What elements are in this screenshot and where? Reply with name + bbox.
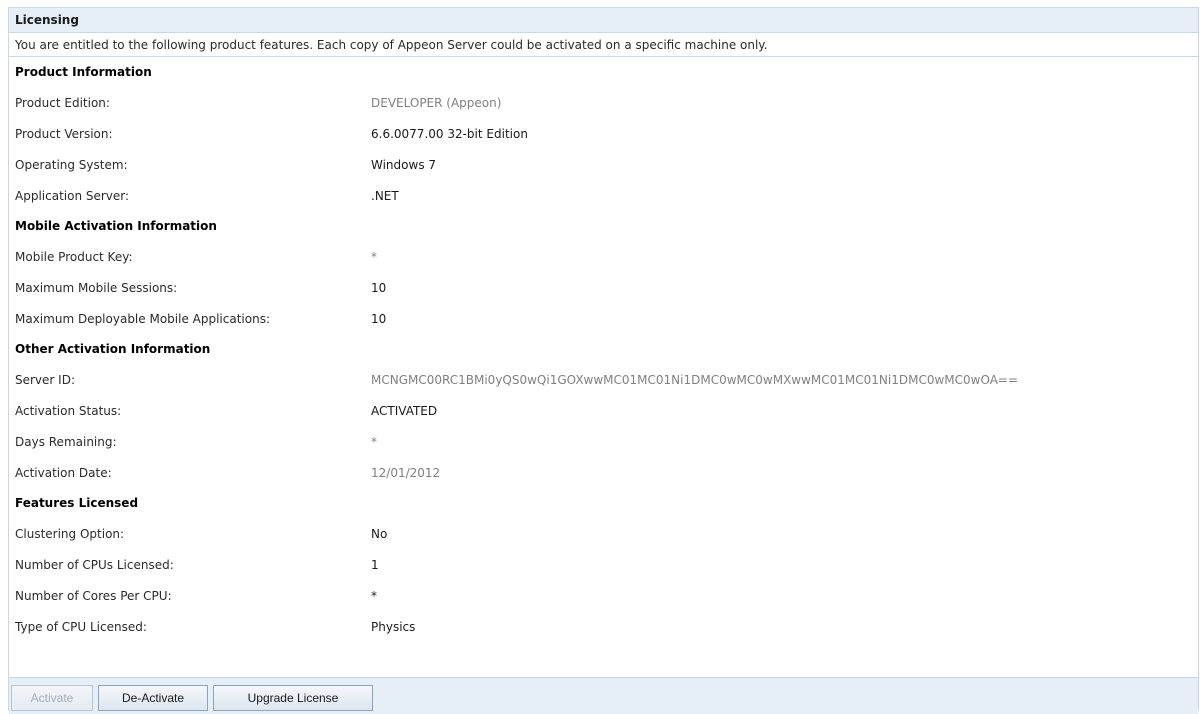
info-row-application-server: Application Server: .NET xyxy=(9,180,1198,211)
entitlement-description: You are entitled to the following produc… xyxy=(9,33,1198,57)
section-heading-features-licensed: Features Licensed xyxy=(15,496,139,510)
field-label: Days Remaining: xyxy=(15,434,117,449)
field-value: * xyxy=(371,434,377,449)
field-label: Clustering Option: xyxy=(15,526,125,541)
field-label: Number of CPUs Licensed: xyxy=(15,557,174,572)
section-heading-other-activation: Other Activation Information xyxy=(15,342,211,356)
field-value: ACTIVATED xyxy=(371,403,438,418)
field-value: 1 xyxy=(371,557,379,572)
field-value: 10 xyxy=(371,311,387,326)
info-row-clustering-option: Clustering Option: No xyxy=(9,518,1198,549)
field-label: Number of Cores Per CPU: xyxy=(15,588,172,603)
field-label: Operating System: xyxy=(15,157,128,172)
field-label: Product Edition: xyxy=(15,95,110,110)
licensing-panel: Licensing You are entitled to the follow… xyxy=(8,7,1199,714)
panel-title: Licensing xyxy=(9,8,1198,33)
info-row-activation-date: Activation Date: 12/01/2012 xyxy=(9,457,1198,488)
field-value: .NET xyxy=(371,188,399,203)
field-label: Type of CPU Licensed: xyxy=(15,619,147,634)
field-label: Activation Status: xyxy=(15,403,122,418)
info-row-product-edition: Product Edition: DEVELOPER (Appeon) xyxy=(9,87,1198,118)
field-value: No xyxy=(371,526,388,541)
field-value: Windows 7 xyxy=(371,157,437,172)
field-label: Product Version: xyxy=(15,126,113,141)
field-value: MCNGMC00RC1BMi0yQS0wQi1GOXwwMC01MC01Ni1D… xyxy=(371,372,1019,387)
info-row-days-remaining: Days Remaining: * xyxy=(9,426,1198,457)
field-value: Physics xyxy=(371,619,416,634)
info-row-max-mobile-sessions: Maximum Mobile Sessions: 10 xyxy=(9,272,1198,303)
info-row-activation-status: Activation Status: ACTIVATED xyxy=(9,395,1198,426)
info-row-cores-per-cpu: Number of Cores Per CPU: * xyxy=(9,580,1198,611)
field-label: Activation Date: xyxy=(15,465,112,480)
field-label: Maximum Mobile Sessions: xyxy=(15,280,178,295)
info-row-product-version: Product Version: 6.6.0077.00 32-bit Edit… xyxy=(9,118,1198,149)
info-row-server-id: Server ID: MCNGMC00RC1BMi0yQS0wQi1GOXwwM… xyxy=(9,364,1198,395)
field-label: Server ID: xyxy=(15,372,75,387)
info-row-cpu-type: Type of CPU Licensed: Physics xyxy=(9,611,1198,642)
field-value: * xyxy=(371,588,377,603)
info-row-cpus-licensed: Number of CPUs Licensed: 1 xyxy=(9,549,1198,580)
deactivate-button[interactable]: De-Activate xyxy=(98,685,208,711)
info-row-mobile-product-key: Mobile Product Key: * xyxy=(9,241,1198,272)
field-label: Application Server: xyxy=(15,188,130,203)
info-row-max-mobile-apps: Maximum Deployable Mobile Applications: … xyxy=(9,303,1198,334)
button-bar: Activate De-Activate Upgrade License xyxy=(9,677,1198,714)
upgrade-license-button[interactable]: Upgrade License xyxy=(213,685,373,711)
section-heading-product-information: Product Information xyxy=(15,65,152,79)
field-value: * xyxy=(371,249,377,264)
field-value: 6.6.0077.00 32-bit Edition xyxy=(371,126,528,141)
info-row-operating-system: Operating System: Windows 7 xyxy=(9,149,1198,180)
field-value: 10 xyxy=(371,280,387,295)
section-heading-mobile-activation: Mobile Activation Information xyxy=(15,219,217,233)
activate-button[interactable]: Activate xyxy=(11,685,93,711)
field-value: 12/01/2012 xyxy=(371,465,441,480)
field-label: Maximum Deployable Mobile Applications: xyxy=(15,311,270,326)
field-value: DEVELOPER (Appeon) xyxy=(371,95,502,110)
field-label: Mobile Product Key: xyxy=(15,249,133,264)
